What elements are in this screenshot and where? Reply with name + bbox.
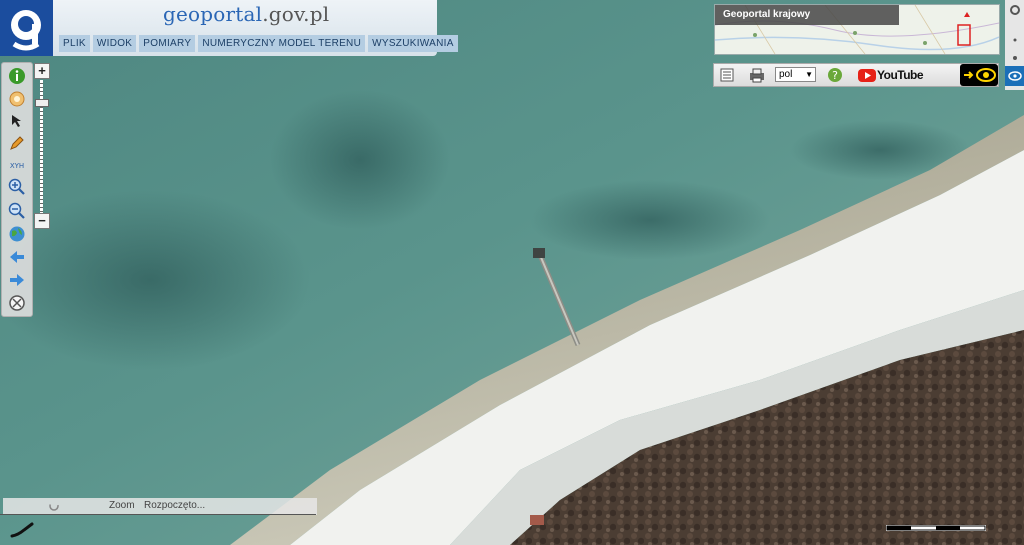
logo-g-icon — [11, 10, 41, 51]
chevron-down-icon: ▼ — [805, 70, 813, 79]
language-select[interactable]: pol ▼ — [775, 67, 816, 82]
info-icon[interactable] — [7, 66, 27, 86]
top-toolbar: pol ▼ ? YouTube — [713, 63, 999, 87]
overview-minimap[interactable]: Geoportal krajowy — [714, 4, 1000, 55]
site-title-geo: geo — [163, 2, 201, 26]
back-arrow-icon[interactable] — [7, 247, 27, 267]
forward-arrow-icon[interactable] — [7, 270, 27, 290]
svg-text:?: ? — [832, 69, 838, 82]
zoom-minus-button[interactable]: − — [34, 213, 50, 229]
zoom-in-icon[interactable] — [7, 177, 27, 197]
side-panel-icons — [1005, 5, 1024, 86]
measure-curve-icon[interactable] — [10, 522, 36, 538]
zoom-label: Zoom — [109, 500, 135, 511]
left-tool-panel: XYH — [1, 62, 33, 317]
status-bar: Zoom Rozpoczęto... — [3, 498, 317, 515]
site-title-portal: portal — [200, 2, 263, 26]
zoom-handle[interactable] — [35, 99, 49, 107]
site-title-domain: .gov.pl — [262, 2, 330, 26]
zoom-slider: + − — [34, 63, 50, 231]
pointer-arrow-icon[interactable] — [7, 111, 27, 131]
menu-widok[interactable]: WIDOK — [92, 35, 137, 52]
svg-text:XYH: XYH — [10, 162, 24, 170]
loading-spinner-icon — [49, 501, 59, 511]
pencil-icon[interactable] — [7, 133, 27, 153]
help-icon[interactable]: ? — [827, 67, 843, 83]
progress-text: Rozpoczęto... — [144, 500, 206, 511]
eye-icon — [964, 68, 996, 82]
globe-full-extent-icon[interactable] — [7, 224, 27, 244]
status-divider — [0, 514, 316, 515]
scale-bar — [886, 525, 986, 531]
accessibility-button[interactable] — [960, 64, 998, 86]
youtube-icon[interactable] — [857, 67, 877, 83]
minimap-title: Geoportal krajowy — [715, 5, 899, 25]
zoom-out-icon[interactable] — [7, 201, 27, 221]
menu-wyszukiwania[interactable]: WYSZUKIWANIA — [368, 35, 458, 52]
menu-plik[interactable]: PLIK — [59, 35, 90, 52]
identify-icon[interactable] — [7, 89, 27, 109]
zoom-plus-button[interactable]: + — [34, 63, 50, 79]
youtube-label[interactable]: YouTube — [877, 68, 924, 82]
menu-pomiary[interactable]: POMIARY — [139, 35, 196, 52]
print-icon[interactable] — [748, 67, 766, 83]
language-value: pol — [779, 69, 793, 80]
main-menu: PLIK WIDOK POMIARY NUMERYCZNY MODEL TERE… — [59, 35, 458, 52]
menu-nmt[interactable]: NUMERYCZNY MODEL TERENU — [198, 35, 366, 52]
coordinates-xyh-icon[interactable]: XYH — [7, 155, 27, 175]
header: geoportal.gov.pl PLIK WIDOK POMIARY NUME… — [53, 0, 458, 56]
clear-cancel-icon[interactable] — [7, 293, 27, 313]
site-title[interactable]: geoportal.gov.pl — [163, 2, 329, 26]
right-side-panel — [1005, 0, 1024, 90]
legend-icon[interactable] — [720, 67, 734, 83]
geoportal-logo[interactable] — [0, 0, 53, 56]
